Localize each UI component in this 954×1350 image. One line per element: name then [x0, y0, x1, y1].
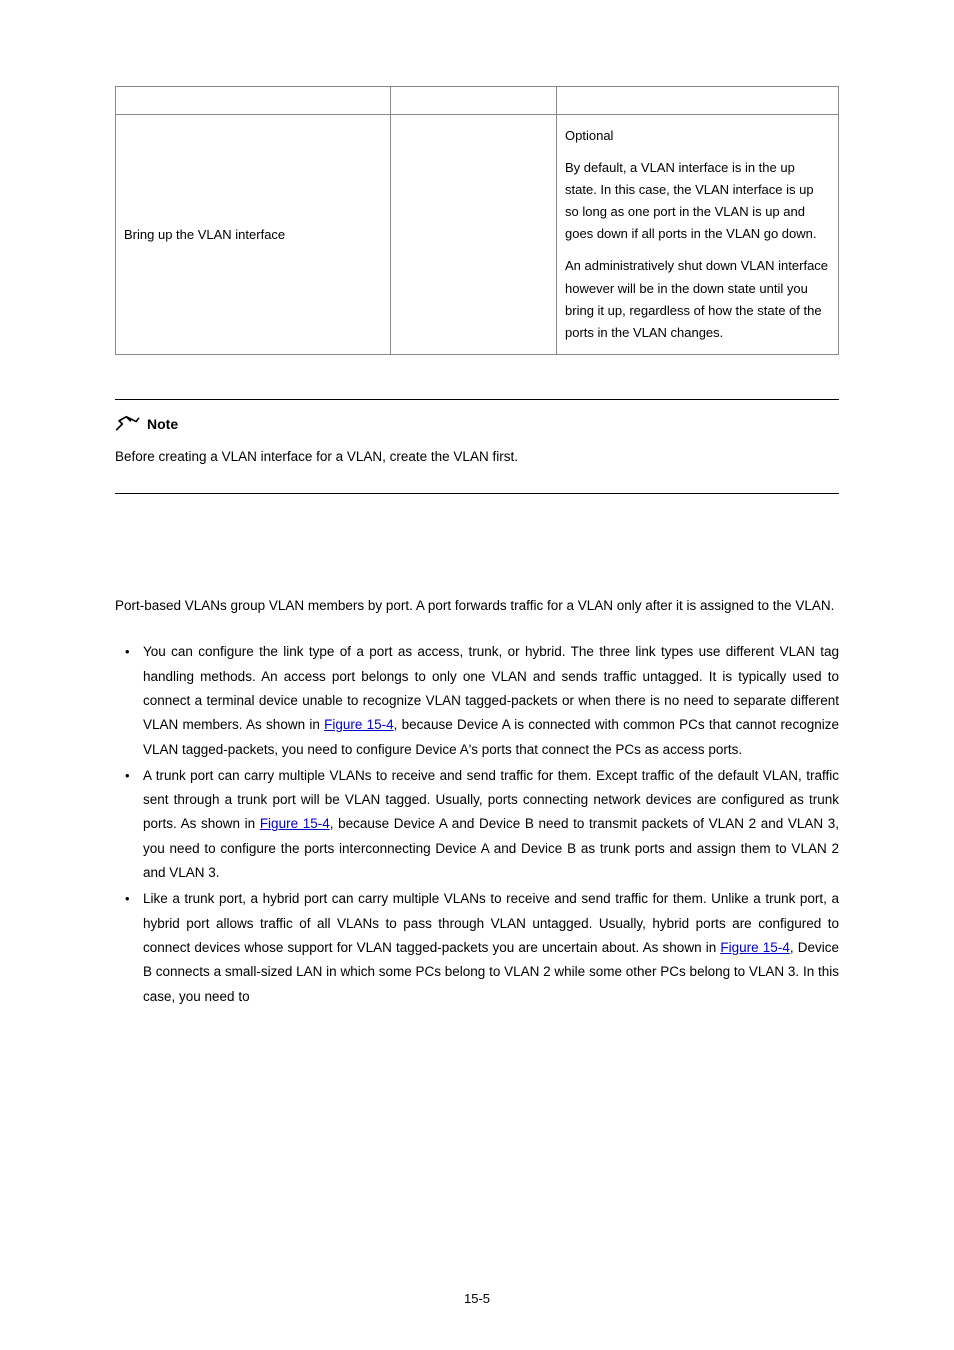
note-icon [115, 414, 141, 434]
list-item: A trunk port can carry multiple VLANs to… [115, 764, 839, 885]
vlan-table: Bring up the VLAN interface Optional By … [115, 86, 839, 355]
intro-paragraph: Port-based VLANs group VLAN members by p… [115, 594, 839, 618]
list-item: You can configure the link type of a por… [115, 640, 839, 761]
cell-description: Optional By default, a VLAN interface is… [557, 115, 839, 355]
cell-command: Bring up the VLAN interface [116, 115, 391, 355]
cell-para-3: An administratively shut down VLAN inter… [565, 255, 830, 343]
table-row: Bring up the VLAN interface Optional By … [116, 115, 839, 355]
th-1 [116, 87, 391, 115]
note-text: Before creating a VLAN interface for a V… [115, 447, 839, 467]
list-item: Like a trunk port, a hybrid port can car… [115, 887, 839, 1008]
bullet-list: You can configure the link type of a por… [115, 640, 839, 1008]
th-2 [390, 87, 556, 115]
note-header: Note [115, 414, 839, 435]
note-rule-bottom [115, 493, 839, 494]
cell-middle [390, 115, 556, 355]
note-label: Note [147, 414, 178, 435]
cell-para-2: By default, a VLAN interface is in the u… [565, 157, 830, 245]
figure-link[interactable]: Figure 15-4 [324, 717, 394, 732]
note-rule-top [115, 399, 839, 400]
figure-link[interactable]: Figure 15-4 [260, 816, 330, 831]
th-3 [557, 87, 839, 115]
cell-para-1: Optional [565, 125, 830, 147]
figure-link[interactable]: Figure 15-4 [720, 940, 789, 955]
page-number: 15-5 [0, 1289, 954, 1309]
